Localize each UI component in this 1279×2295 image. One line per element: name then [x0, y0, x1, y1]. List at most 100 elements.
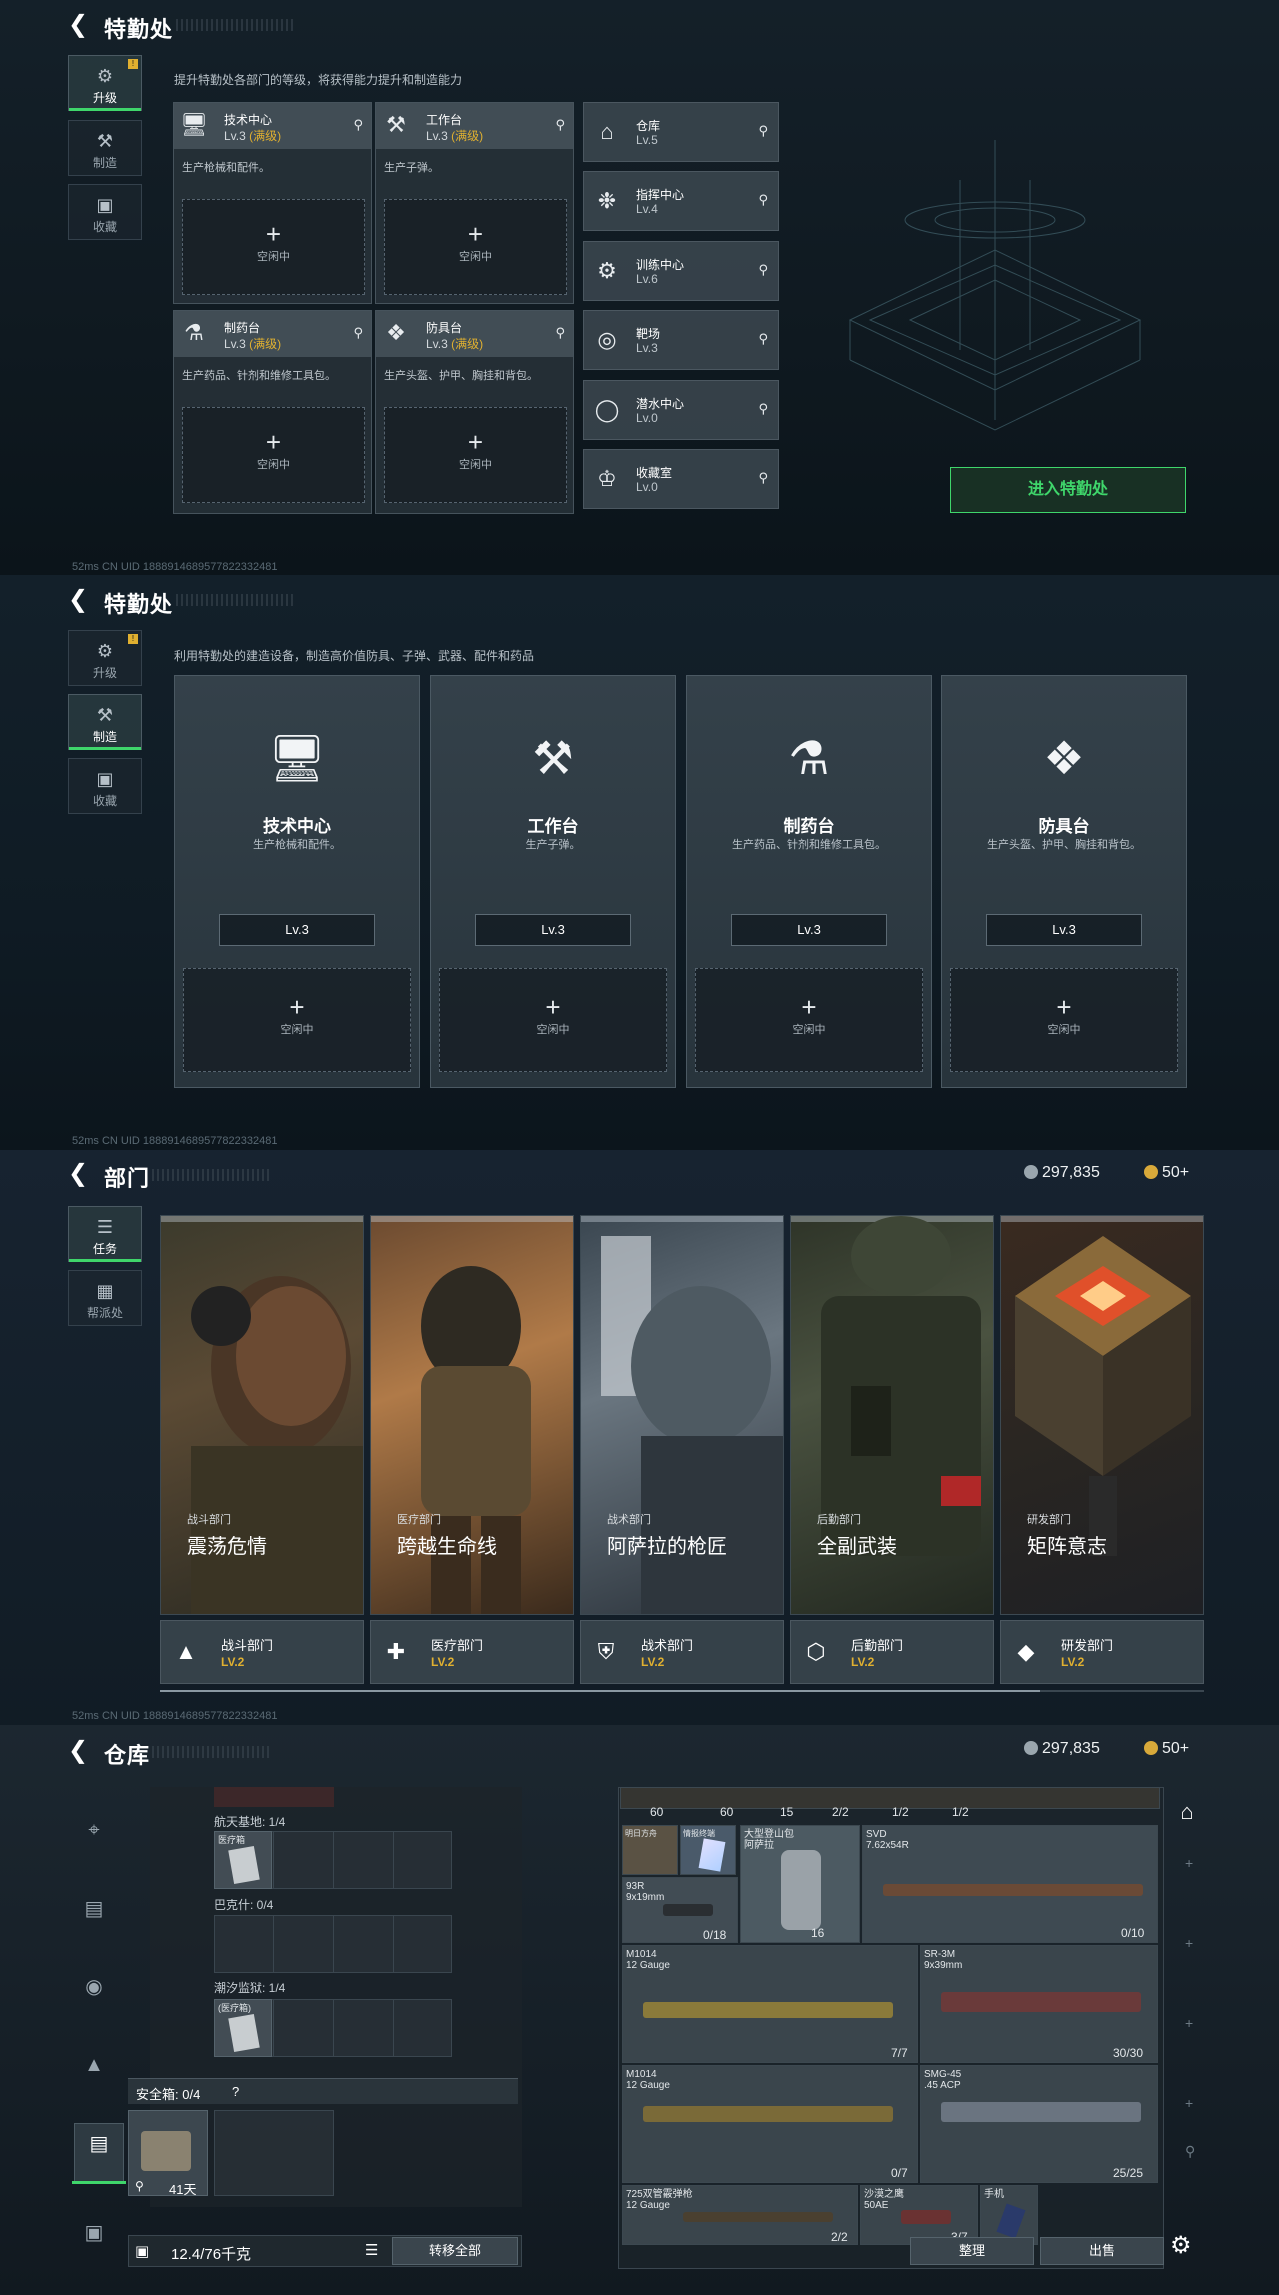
inventory-item-m1014[interactable]: M1014 12 Gauge 0/7: [622, 2065, 918, 2183]
department-card-research[interactable]: 研发部门 矩阵意志: [1000, 1215, 1204, 1615]
department-card-combat[interactable]: 战斗部门 震荡危情: [160, 1215, 364, 1615]
armor-category-icon[interactable]: ▤: [74, 1889, 114, 1929]
tab-upgrade[interactable]: ! ⚙ 升级: [68, 630, 142, 686]
craft-slot[interactable]: + 空闲中: [695, 968, 923, 1072]
craft-slot[interactable]: + 空闲中: [182, 407, 365, 503]
partial-top-items: [620, 1787, 1160, 1809]
tab-craft[interactable]: ⚒ 制造: [68, 694, 142, 750]
inventory-item[interactable]: 明日方舟: [622, 1825, 678, 1875]
department-footer-logistics[interactable]: ⬡ 后勤部门 LV.2: [790, 1620, 994, 1684]
medical-box-item[interactable]: 医疗箱: [214, 1831, 272, 1889]
craft-card-workbench[interactable]: ⚒ 工作台 生产子弹。 Lv.3 + 空闲中: [430, 675, 676, 1088]
tab-tasks[interactable]: ☰ 任务: [68, 1206, 142, 1262]
search-icon[interactable]: ⚲: [353, 325, 363, 341]
department-footer-research[interactable]: ◆ 研发部门 LV.2: [1000, 1620, 1204, 1684]
warehouse-icon[interactable]: ⌂: [1172, 1799, 1202, 1829]
search-icon[interactable]: ⚲: [758, 192, 768, 208]
inventory-item-svd[interactable]: SVD 7.62x54R 0/10: [862, 1825, 1158, 1943]
facility-diving-center[interactable]: ◯ 潜水中心 Lv.0 ⚲: [583, 380, 779, 440]
craft-slot[interactable]: + 空闲中: [183, 968, 411, 1072]
settings-gear-icon[interactable]: ⚙: [1170, 2231, 1192, 2260]
container-category-icon[interactable]: ▤: [74, 2123, 124, 2183]
tab-collection[interactable]: ▣ 收藏: [68, 758, 142, 814]
upgrade-icon: ⚙: [96, 66, 114, 86]
department-card-logistics[interactable]: 后勤部门 全副武装: [790, 1215, 994, 1615]
medical-box-item[interactable]: (医疗箱): [214, 1999, 272, 2057]
search-icon[interactable]: ⚲: [758, 331, 768, 347]
facility-command-center[interactable]: ❉ 指挥中心 Lv.4 ⚲: [583, 171, 779, 231]
department-footer-combat[interactable]: ▲ 战斗部门 LV.2: [160, 1620, 364, 1684]
transfer-all-button[interactable]: 转移全部: [392, 2237, 518, 2265]
help-icon[interactable]: ?: [232, 2084, 239, 2099]
search-icon[interactable]: ⚲: [555, 325, 565, 341]
device-card-tech-center[interactable]: 🖥 技术中心 Lv.3 (满级) ⚲ 生产枪械和配件。 + 空闲中: [173, 102, 372, 304]
section-description: 利用特勤处的建造设备，制造高价值防具、子弹、武器、配件和药品: [174, 649, 535, 663]
tab-craft[interactable]: ⚒ 制造: [68, 120, 142, 176]
inventory-item-m1014[interactable]: M1014 12 Gauge 7/7: [622, 1945, 918, 2063]
scroll-track[interactable]: [160, 1690, 1204, 1692]
craft-card-armor[interactable]: ❖ 防具台 生产头盔、护甲、胸挂和背包。 Lv.3 + 空闲中: [941, 675, 1187, 1088]
inventory-item[interactable]: 情报终端: [680, 1825, 736, 1875]
pistol-category-icon[interactable]: ⌖: [74, 1810, 114, 1850]
helmet-category-icon[interactable]: ◉: [74, 1967, 114, 2007]
craft-card-pharmacy[interactable]: ⚗ 制药台 生产药品、针剂和维修工具包。 Lv.3 + 空闲中: [686, 675, 932, 1088]
currency-amount: 297,835: [1042, 1740, 1100, 1757]
craft-slot[interactable]: + 空闲中: [384, 407, 567, 503]
list-icon[interactable]: ☰: [365, 2241, 378, 2259]
device-name: 工作台: [426, 113, 463, 127]
inventory-item-deagle[interactable]: 沙漠之鹰 50AE3/7: [860, 2185, 978, 2245]
device-card-pharmacy[interactable]: ⚗ 制药台 Lv.3 (满级) ⚲ 生产药品、针剂和维修工具包。 + 空闲中: [173, 310, 372, 514]
add-icon[interactable]: +: [1185, 1855, 1193, 1871]
safebox-empty-slots[interactable]: [214, 2110, 334, 2196]
facility-collection-room[interactable]: ♔ 收藏室 Lv.0 ⚲: [583, 449, 779, 509]
back-icon[interactable]: ❮: [68, 1738, 94, 1764]
safebox-item[interactable]: 41天 ⚲: [128, 2110, 208, 2197]
facility-warehouse[interactable]: ⌂ 仓库 Lv.5 ⚲: [583, 102, 779, 162]
item-count: 60: [650, 1805, 664, 1819]
search-icon[interactable]: ⚲: [353, 117, 363, 133]
search-icon[interactable]: ⚲: [758, 123, 768, 139]
sell-button[interactable]: 出售: [1040, 2237, 1164, 2265]
search-icon[interactable]: ⚲: [555, 117, 565, 133]
craft-card-tech-center[interactable]: 🖥 技术中心 生产枪械和配件。 Lv.3 + 空闲中: [174, 675, 420, 1088]
inventory-item-sr3m[interactable]: SR-3M 9x39mm 30/30: [920, 1945, 1158, 2063]
tab-collection[interactable]: ▣ 收藏: [68, 184, 142, 240]
bag-category-icon[interactable]: ▲: [74, 2045, 114, 2085]
item-count: 1/2: [952, 1805, 969, 1819]
back-icon[interactable]: ❮: [68, 12, 94, 38]
back-icon[interactable]: ❮: [68, 1161, 94, 1187]
craft-slot[interactable]: + 空闲中: [384, 199, 567, 295]
device-card-workbench[interactable]: ⚒ 工作台 Lv.3 (满级) ⚲ 生产子弹。 + 空闲中: [375, 102, 574, 304]
case-category-icon[interactable]: ▣: [74, 2213, 114, 2253]
department-card-tactical[interactable]: 战术部门 阿萨拉的枪匠: [580, 1215, 784, 1615]
craft-slot[interactable]: + 空闲中: [439, 968, 667, 1072]
department-footer-tactical[interactable]: ⛨ 战术部门 LV.2: [580, 1620, 784, 1684]
inventory-item-93r[interactable]: 93R 9x19mm 0/18: [622, 1877, 738, 1943]
inventory-item-smg45[interactable]: SMG-45 .45 ACP 25/25: [920, 2065, 1158, 2183]
facility-shooting-range[interactable]: ◎ 靶场 Lv.3 ⚲: [583, 310, 779, 370]
sort-button[interactable]: 整理: [910, 2237, 1034, 2265]
storage-row-bakersh[interactable]: [214, 1915, 452, 1973]
craft-slot[interactable]: + 空闲中: [182, 199, 365, 295]
department-card-medical[interactable]: 医疗部门 跨越生命线: [370, 1215, 574, 1615]
facility-training-center[interactable]: ⚙ 训练中心 Lv.6 ⚲: [583, 241, 779, 301]
tab-upgrade[interactable]: ! ⚙ 升级: [68, 55, 142, 111]
back-icon[interactable]: ❮: [68, 587, 94, 613]
page-title: 特勤处: [104, 17, 174, 42]
search-icon[interactable]: ⚲: [758, 470, 768, 486]
department-footer-medical[interactable]: ✚ 医疗部门 LV.2: [370, 1620, 574, 1684]
device-card-armor[interactable]: ❖ 防具台 Lv.3 (满级) ⚲ 生产头盔、护甲、胸挂和背包。 + 空闲中: [375, 310, 574, 514]
tab-gang[interactable]: ▦ 帮派处: [68, 1270, 142, 1326]
add-icon[interactable]: +: [1185, 2015, 1193, 2031]
add-icon[interactable]: +: [1185, 1935, 1193, 1951]
add-icon[interactable]: +: [1185, 2095, 1193, 2111]
inventory-item-725[interactable]: 725双管霰弹枪 12 Gauge 2/2: [622, 2185, 858, 2245]
inventory-item-phone[interactable]: 手机: [980, 2185, 1038, 2245]
search-icon[interactable]: ⚲: [758, 262, 768, 278]
lock-icon[interactable]: ⚲: [1185, 2143, 1195, 2160]
enter-special-ops-button[interactable]: 进入特勤处: [950, 467, 1186, 513]
craft-slot[interactable]: + 空闲中: [950, 968, 1178, 1072]
inventory-item-backpack[interactable]: 大型登山包 阿萨拉 16: [740, 1825, 860, 1943]
search-icon[interactable]: ⚲: [758, 401, 768, 417]
craft-icon: ⚒: [96, 131, 114, 151]
